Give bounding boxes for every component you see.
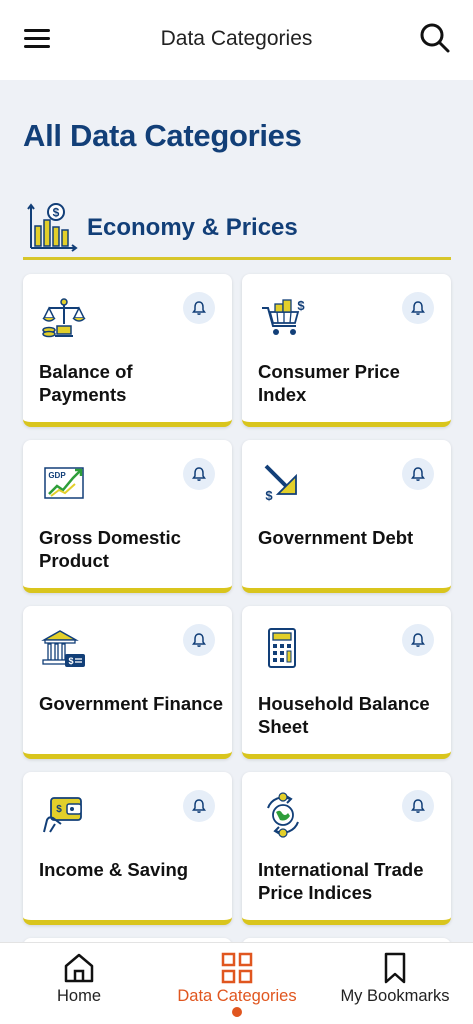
nav-home[interactable]: Home (0, 943, 158, 1024)
section-title: Economy & Prices (87, 214, 298, 241)
category-card-consumer-price-index[interactable]: $ Consumer Price Index (242, 274, 451, 427)
government-building-icon: $ (41, 626, 87, 672)
app-bar-title: Data Categories (160, 27, 313, 50)
card-title: Consumer Price Index (258, 361, 400, 405)
bottom-navigation: Home Data Categories My Bookmarks (0, 942, 473, 1024)
category-card-income-saving[interactable]: $ Income & Saving (23, 772, 232, 925)
bell-icon[interactable] (402, 790, 434, 822)
active-indicator-dot (232, 1007, 242, 1017)
card-title: Household Balance Sheet (258, 693, 430, 737)
globe-exchange-icon (260, 792, 306, 838)
bell-icon[interactable] (183, 292, 215, 324)
svg-text:$: $ (56, 804, 62, 815)
svg-text:$: $ (297, 298, 305, 313)
bell-icon[interactable] (402, 458, 434, 490)
home-icon (62, 951, 96, 985)
wallet-hand-icon: $ (41, 792, 87, 838)
top-app-bar: Data Categories (0, 0, 473, 80)
bookmark-icon (378, 951, 412, 985)
page-title: All Data Categories (23, 118, 302, 153)
card-title: Income & Saving (39, 859, 189, 880)
category-card-government-debt[interactable]: $ Government Debt (242, 440, 451, 593)
category-card-international-trade-price-indices[interactable]: International Trade Price Indices (242, 772, 451, 925)
section-header: $ Economy & Prices (23, 198, 451, 260)
bell-icon[interactable] (402, 624, 434, 656)
svg-text:$: $ (53, 206, 60, 220)
grid-icon (220, 951, 254, 985)
nav-label: Data Categories (177, 987, 297, 1005)
search-icon[interactable] (419, 22, 451, 54)
nav-label: Home (56, 987, 101, 1005)
debt-down-arrow-icon: $ (260, 460, 306, 506)
bell-icon[interactable] (402, 292, 434, 324)
nav-label: My Bookmarks (340, 987, 450, 1005)
category-card-government-finance[interactable]: $ Government Finance (23, 606, 232, 759)
calculator-icon (260, 626, 306, 672)
card-title: Government Debt (258, 527, 414, 548)
svg-text:$: $ (265, 488, 273, 503)
bell-icon[interactable] (183, 624, 215, 656)
card-title: Government Finance (39, 693, 224, 714)
shopping-cart-icon: $ (260, 294, 306, 340)
category-card-household-balance-sheet[interactable]: Household Balance Sheet (242, 606, 451, 759)
card-title: Balance of Payments (39, 361, 133, 405)
card-title: Gross Domestic Product (39, 527, 181, 571)
bell-icon[interactable] (183, 458, 215, 490)
svg-text:$: $ (68, 656, 73, 666)
balance-scale-icon (41, 294, 87, 340)
bell-icon[interactable] (183, 790, 215, 822)
svg-text:GDP: GDP (48, 471, 66, 480)
nav-data-categories[interactable]: Data Categories (158, 943, 316, 1024)
economy-chart-icon: $ (26, 200, 78, 252)
card-title: International Trade Price Indices (258, 859, 424, 903)
category-card-balance-of-payments[interactable]: Balance of Payments (23, 274, 232, 427)
gdp-chart-icon: GDP (41, 460, 87, 506)
nav-my-bookmarks[interactable]: My Bookmarks (316, 943, 473, 1024)
category-card-gross-domestic-product[interactable]: GDP Gross Domestic Product (23, 440, 232, 593)
